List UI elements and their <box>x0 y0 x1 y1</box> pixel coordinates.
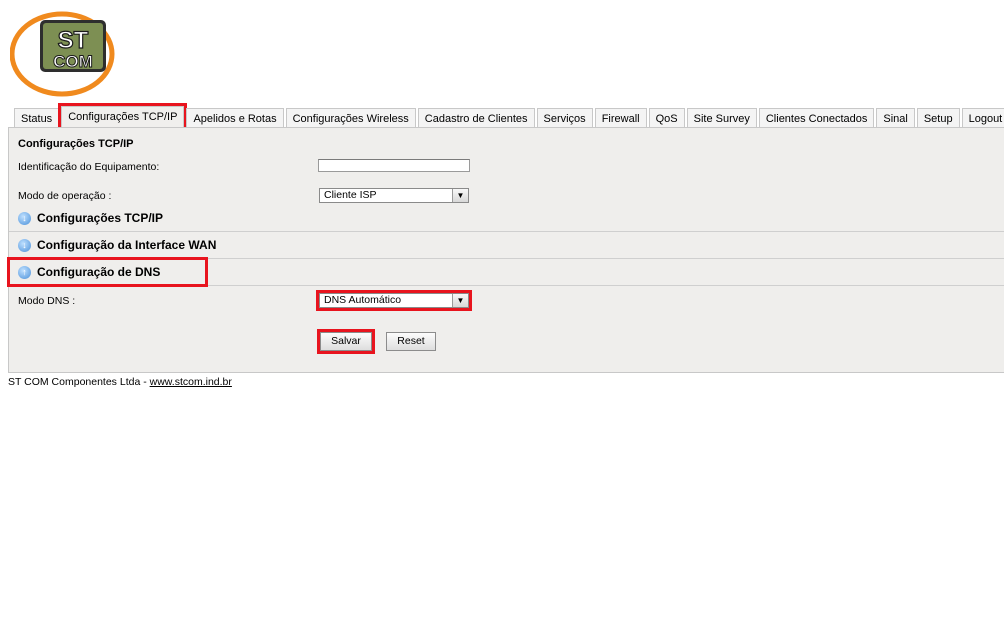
tab-firewall[interactable]: Firewall <box>594 108 647 128</box>
expand-down-icon[interactable]: ↓ <box>18 212 31 225</box>
content-panel: Configurações TCP/IP Identificação do Eq… <box>7 127 1004 373</box>
dns-mode-select[interactable]: DNS Automático ▼ <box>316 290 472 311</box>
logo-text-st: ST <box>58 27 89 54</box>
tab-setup[interactable]: Setup <box>916 108 960 128</box>
chevron-down-icon[interactable]: ▼ <box>452 294 468 307</box>
tab-sinal[interactable]: Sinal <box>876 108 915 128</box>
tab-logout[interactable]: Logout <box>961 108 1004 128</box>
device-id-input[interactable] <box>318 159 470 172</box>
tab-configuracoes-tcpip[interactable]: Configurações TCP/IP <box>58 103 188 131</box>
reset-button[interactable]: Reset <box>386 332 436 351</box>
stcom-logo: ST COM <box>9 10 120 100</box>
page-title: Configurações TCP/IP <box>18 138 134 150</box>
tab-qos[interactable]: QoS <box>648 108 685 128</box>
dns-section-highlight <box>7 257 208 287</box>
tab-cadastro-clientes[interactable]: Cadastro de Clientes <box>417 108 535 128</box>
dns-mode-label: Modo DNS : <box>18 295 76 307</box>
chevron-down-icon[interactable]: ▼ <box>452 189 468 202</box>
operation-mode-label: Modo de operação : <box>18 190 112 202</box>
main-tabs: Status Configurações TCP/IP Apelidos e R… <box>14 103 1004 131</box>
tab-clientes-conectados[interactable]: Clientes Conectados <box>758 108 875 128</box>
logo-graphic: ST COM <box>9 11 115 97</box>
operation-mode-select[interactable]: Cliente ISP ▼ <box>319 188 469 203</box>
tab-apelidos-rotas[interactable]: Apelidos e Rotas <box>186 108 284 128</box>
device-id-label: Identificação do Equipamento: <box>18 161 160 173</box>
footer: ST COM Componentes Ltda - www.stcom.ind.… <box>8 376 232 388</box>
footer-link[interactable]: www.stcom.ind.br <box>150 376 232 388</box>
expand-down-icon[interactable]: ↓ <box>18 239 31 252</box>
tab-servicos[interactable]: Serviços <box>536 108 593 128</box>
section-tcpip[interactable]: ↓ Configurações TCP/IP <box>9 206 1004 232</box>
operation-mode-value: Cliente ISP <box>324 189 377 201</box>
tab-site-survey[interactable]: Site Survey <box>686 108 757 128</box>
save-button[interactable]: Salvar <box>317 329 375 354</box>
footer-company: ST COM Componentes Ltda - <box>8 376 150 388</box>
logo-text-com: COM <box>53 52 93 71</box>
section-tcpip-title: Configurações TCP/IP <box>37 211 164 225</box>
dns-mode-value: DNS Automático <box>324 294 402 306</box>
tab-configuracoes-wireless[interactable]: Configurações Wireless <box>285 108 416 128</box>
section-wan[interactable]: ↓ Configuração da Interface WAN <box>9 233 1004 259</box>
section-wan-title: Configuração da Interface WAN <box>37 238 217 252</box>
tab-status[interactable]: Status <box>14 108 60 128</box>
